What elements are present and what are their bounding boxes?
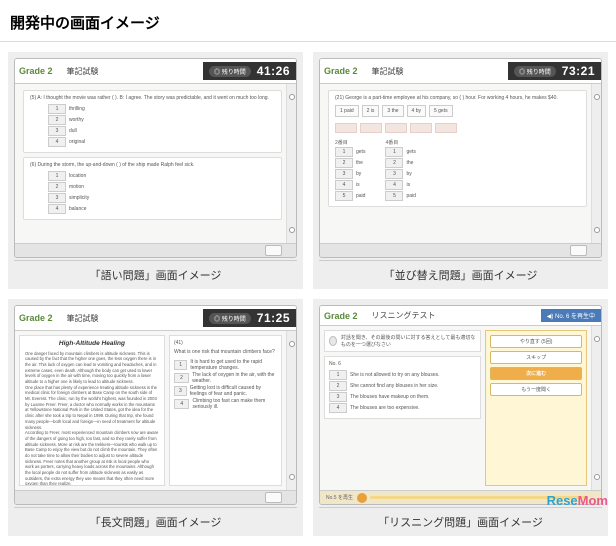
option-button[interactable]: 4: [48, 137, 66, 147]
audio-replay-button[interactable]: もう一度聞く: [490, 383, 582, 396]
slot[interactable]: [335, 123, 357, 133]
option-button[interactable]: 2: [48, 115, 66, 125]
cell-vocab: Grade 2 筆記試験 ◎ 残り時間 41:26 (5) A: I thoug…: [8, 52, 303, 289]
token-row: 1 paid 2 is 3 the 4 by 5 gets: [335, 105, 580, 117]
nav-up-icon[interactable]: [289, 94, 295, 100]
timer-label: ◎ 残り時間: [209, 66, 251, 77]
screenshot-grid: Grade 2 筆記試験 ◎ 残り時間 41:26 (5) A: I thoug…: [0, 42, 616, 546]
nav-down-icon[interactable]: [289, 227, 295, 233]
page-title: 開発中の画面イメージ: [0, 0, 616, 42]
audio-skip-button[interactable]: スキップ: [490, 351, 582, 364]
instruction-row: 対話を聞き、その最後の問いに対する答えとして最も適切なものを一つ選びなさい: [324, 330, 481, 352]
question-pane: (41) What is one risk that mountain clim…: [169, 335, 282, 486]
header: Grade 2 筆記試験 ◎ 残り時間 41:26: [15, 59, 296, 84]
caption: 「語い問題」画面イメージ: [14, 260, 297, 285]
resemom-logo: ReseMom: [547, 493, 608, 508]
timer-box: ◎ 残り時間 41:26: [203, 62, 296, 80]
passage-text: High-Altitude Healing One danger faced b…: [19, 335, 165, 486]
audio-next-button[interactable]: 次に進む: [490, 367, 582, 380]
option-button[interactable]: 1: [48, 104, 66, 114]
footer-bar: [15, 243, 296, 257]
q1-prompt: A: I thought the movie was rather ( ). B…: [37, 95, 269, 101]
mode-label: 筆記試験: [67, 66, 99, 77]
speaker-icon: [329, 336, 337, 346]
audio-panel: やり直す (5回) スキップ 次に進む もう一度聞く: [485, 330, 587, 486]
nav-strip: [286, 84, 296, 243]
cell-reorder: Grade 2 筆記試験 ◎ 残り時間73:21 (21) George is …: [313, 52, 608, 289]
play-icon[interactable]: [357, 493, 367, 503]
screen-vocab: Grade 2 筆記試験 ◎ 残り時間 41:26 (5) A: I thoug…: [14, 58, 297, 258]
now-playing-label: ◀) No. 6 を再生中: [547, 311, 595, 320]
footer-button[interactable]: [265, 245, 282, 256]
timer-value: 41:26: [257, 64, 290, 78]
option-button[interactable]: 3: [48, 126, 66, 136]
question-body: (5) A: I thought the movie was rather ( …: [15, 84, 296, 243]
cell-reading: Grade 2 筆記試験 ◎ 残り時間71:25 High-Altitude H…: [8, 299, 303, 536]
audio-restart-button[interactable]: やり直す (5回): [490, 335, 582, 348]
q2-prompt: During the storm, the up-and-down ( ) of…: [38, 162, 195, 168]
token[interactable]: 1 paid: [335, 105, 359, 117]
grade-label: Grade 2: [19, 66, 53, 76]
slot-row: [335, 123, 580, 133]
